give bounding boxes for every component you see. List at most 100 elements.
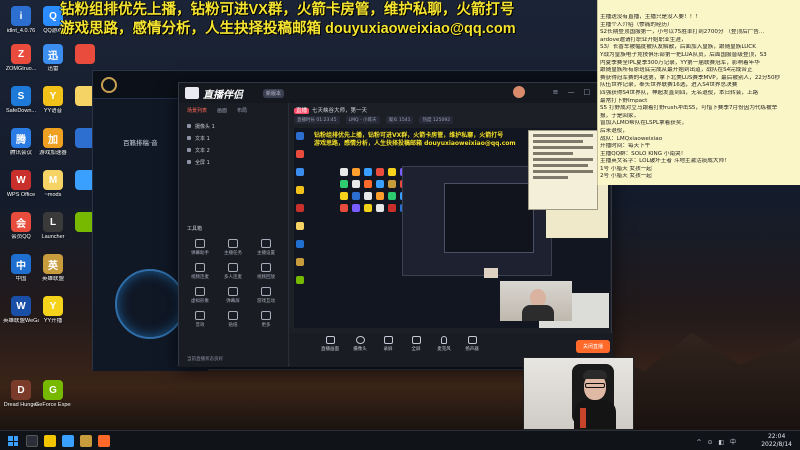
- tool-icon: [228, 311, 238, 320]
- toolbox-item[interactable]: 贴纸: [218, 311, 248, 328]
- clock[interactable]: 22:04 2022/8/14: [761, 433, 792, 448]
- game-client-title: 百籁排稿·音: [123, 139, 158, 147]
- tab-scene-list[interactable]: 场景列表: [187, 107, 207, 114]
- desktop-icon[interactable]: 迅迅雷: [36, 44, 70, 73]
- note-line: 2号 小腊天 女孩一起: [600, 173, 652, 180]
- desktop-icon-label: SafeDown...: [6, 108, 36, 114]
- system-tray[interactable]: ^ ⊙ ◧ 中: [697, 437, 738, 446]
- menu-icon[interactable]: ≡: [553, 88, 559, 96]
- desktop-icon[interactable]: 会会员QQ: [4, 212, 38, 241]
- maximize-icon[interactable]: □: [584, 88, 591, 96]
- desktop-icon[interactable]: [68, 44, 102, 64]
- desktop-icon-label: 会员QQ: [11, 234, 31, 240]
- scene-item[interactable]: 摄像头 1: [179, 120, 288, 132]
- desktop-icon[interactable]: Z ZOMGtruo...: [4, 44, 38, 73]
- file-explorer-icon[interactable]: [44, 435, 56, 447]
- banner-line-2: 游戏思路，感情分析，人生抉择投稿邮箱 douyuxiaoweixiao@qq.c…: [60, 21, 516, 37]
- minimize-icon[interactable]: —: [568, 88, 575, 96]
- stream-app-titlebar[interactable]: 直播伴侣 新版本 ≡ — □ ✕: [179, 83, 611, 103]
- eye-icon[interactable]: [187, 160, 191, 164]
- toolbox-item[interactable]: 弹幕助手: [185, 239, 215, 256]
- note-line: 跟随皇族所有原班底完成从最开始到出道，战队在S4完成合正: [600, 67, 753, 74]
- tool-icon: [228, 263, 238, 272]
- start-button[interactable]: [8, 436, 18, 446]
- toolbox-item[interactable]: 主播设置: [251, 239, 281, 256]
- desktop-icon[interactable]: 加游戏加速器: [36, 128, 70, 157]
- note-line: S3厂长香车被幅度被队友解散，后面加入皇族，跟随皇族LUCK: [600, 44, 756, 51]
- note-line: 主播英文名字：LOL破坏王者 斗地主激活痰成大师！: [600, 158, 730, 165]
- preview-icon-grid: [340, 168, 408, 212]
- desktop-icon-label: ZOMGtruo...: [5, 66, 37, 72]
- toolbox-item[interactable]: 主播任务: [218, 239, 248, 256]
- desktop-icon[interactable]: i idlnt_4.0.76: [4, 6, 38, 35]
- note-line: 主播送没有直播，主播只是没人要！！！: [600, 14, 701, 20]
- stat-streamer: LMQ - 小蒋天: [345, 116, 380, 124]
- room-title[interactable]: 七天峡谷大师，第一天: [312, 108, 367, 114]
- desktop-icon-label: ~mods: [44, 192, 62, 198]
- stream-app-window[interactable]: 直播伴侣 新版本 ≡ — □ ✕ 场景列表 画面 布局 摄像头 1 文本 1 文…: [178, 82, 613, 367]
- preview-banner-line2: 游戏思路，感情分析，人生抉择投稿邮箱 douyuxiaoweixiao@qq.c…: [314, 140, 516, 147]
- toolbox-item[interactable]: 游戏互动: [251, 287, 281, 304]
- note-line: 主播个人介绍（惨痛的经历）: [600, 21, 673, 28]
- document-window[interactable]: [528, 130, 598, 210]
- eye-icon[interactable]: [187, 136, 191, 140]
- desktop-icon[interactable]: D Dread Hunger: [4, 380, 38, 409]
- preview-webcam-small: [484, 268, 498, 278]
- camera-control[interactable]: 摄像头: [348, 336, 372, 352]
- toolbox-item[interactable]: 音效: [185, 311, 215, 328]
- desktop-icon[interactable]: W WPS Office: [4, 170, 38, 199]
- toolbox-item[interactable]: 更多: [251, 311, 281, 328]
- toolbox-item[interactable]: 虚拟形象: [185, 287, 215, 304]
- desktop-icon[interactable]: W 英雄联盟WeGame版: [3, 296, 39, 325]
- browser-icon[interactable]: [62, 435, 74, 447]
- notepad-window[interactable]: 主播送没有直播，主播只是没人要！！！ 主播个人介绍（惨痛的经历） S2长期登顶国服…: [597, 0, 800, 185]
- desktop-icon[interactable]: 英英雄联盟: [36, 254, 70, 283]
- tool-icon: [195, 239, 205, 248]
- control-label: 全屏: [411, 347, 421, 352]
- eye-icon[interactable]: [187, 124, 191, 128]
- tool-label: 贴纸: [228, 323, 238, 328]
- room-stats: 直播时长 01:23:45 LMQ - 小蒋天 观众 1541 热度 12509…: [294, 116, 454, 124]
- record-icon: [383, 336, 393, 344]
- desktop-icon[interactable]: L Launcher: [36, 212, 70, 241]
- tab-layout[interactable]: 布局: [237, 107, 247, 114]
- league-client-icon[interactable]: [80, 435, 92, 447]
- tool-label: 虚拟形象: [191, 299, 209, 304]
- tool-icon: [195, 287, 205, 296]
- toolbox-item[interactable]: 视频回放: [251, 263, 281, 280]
- desktop-icon[interactable]: M ~mods: [36, 170, 70, 199]
- desktop-icon[interactable]: 腾腾讯会议: [4, 128, 38, 157]
- scene-label: 摄像头 1: [195, 123, 215, 130]
- desktop-icon[interactable]: G GeForce Experience: [35, 380, 71, 409]
- version-badge[interactable]: 新版本: [263, 89, 285, 98]
- desktop-icon[interactable]: Y YY语音: [36, 86, 70, 115]
- desktop-icon[interactable]: Y YY开播: [36, 296, 70, 325]
- desktop-icon[interactable]: 中中国: [4, 254, 38, 283]
- stream-app-taskbar-icon[interactable]: [98, 435, 110, 447]
- scene-item[interactable]: 文本 1: [179, 132, 288, 144]
- eye-icon[interactable]: [187, 148, 191, 152]
- user-avatar[interactable]: [513, 86, 525, 98]
- toolbox-item[interactable]: 多人连麦: [218, 263, 248, 280]
- desktop-icon-label: 英雄联盟WeGame版: [3, 318, 39, 324]
- app-icon: G: [43, 380, 63, 400]
- speaker-control[interactable]: 扬声器: [460, 336, 484, 352]
- toolbox-item[interactable]: 视频连麦: [185, 263, 215, 280]
- toolbox-grid: 弹幕助手 主播任务 主播设置视频连麦 多人连麦 视频回放虚拟形象 弹幕屏 游戏互动音效 贴纸 更…: [185, 239, 283, 328]
- screen-control[interactable]: 直播画面: [318, 336, 342, 352]
- desktop-icon-label: WPS Office: [6, 192, 36, 198]
- desktop-icon[interactable]: S SafeDown...: [4, 86, 38, 115]
- tab-picture[interactable]: 画面: [217, 107, 227, 114]
- desktop-icon-label: 腾讯会议: [9, 150, 32, 156]
- scene-item[interactable]: 全屏 1: [179, 156, 288, 168]
- record-control[interactable]: 录屏: [376, 336, 400, 352]
- speaker-icon: [467, 336, 477, 344]
- search-icon[interactable]: [26, 435, 38, 447]
- tool-label: 多人连麦: [224, 275, 242, 280]
- scene-item[interactable]: 文本 2: [179, 144, 288, 156]
- toolbox-item[interactable]: 弹幕屏: [218, 287, 248, 304]
- stream-app-left-panel: 场景列表 画面 布局 摄像头 1 文本 1 文本 2 全屏 1 工具箱 弹幕助手…: [179, 103, 289, 367]
- fullscreen-control[interactable]: 全屏: [404, 336, 428, 352]
- microphone-control[interactable]: 麦克风: [432, 336, 456, 352]
- stop-live-button[interactable]: 关闭直播: [576, 340, 610, 353]
